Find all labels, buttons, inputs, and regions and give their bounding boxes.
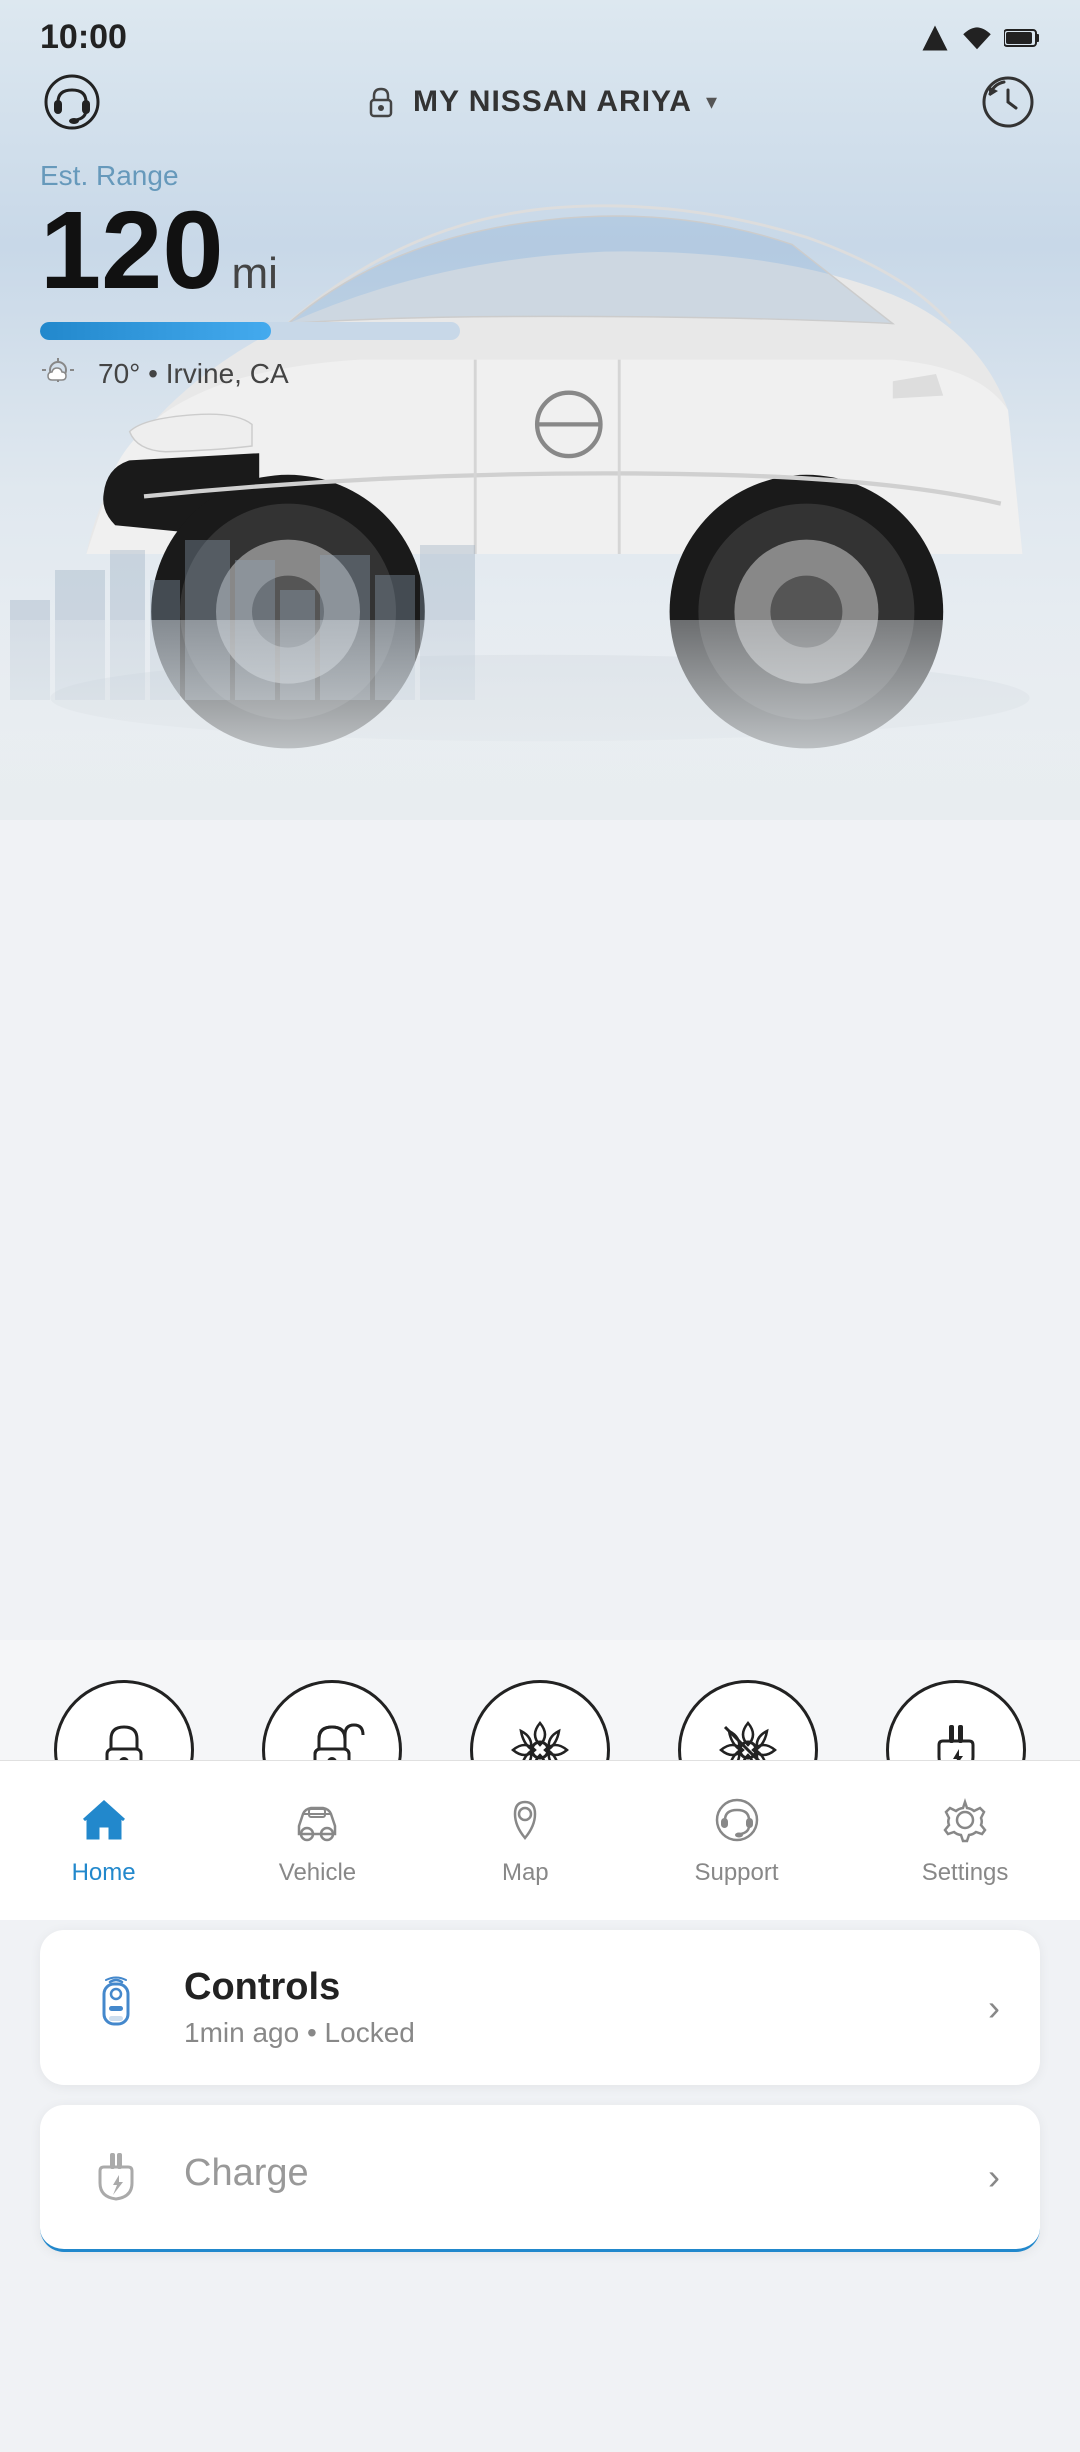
chevron-down-icon: ▾ bbox=[706, 89, 717, 115]
map-icon bbox=[499, 1794, 551, 1851]
weather-text: 70° • Irvine, CA bbox=[98, 358, 289, 390]
support-nav-icon bbox=[711, 1794, 763, 1851]
nav-map-label: Map bbox=[502, 1859, 549, 1887]
range-unit: mi bbox=[232, 249, 278, 299]
nav-settings[interactable]: Settings bbox=[902, 1784, 1029, 1897]
vehicle-title-group[interactable]: MY NISSAN ARIYA ▾ bbox=[363, 84, 717, 120]
history-icon bbox=[980, 74, 1036, 130]
cards-section: Controls 1min ago • Locked › Charge › bbox=[0, 1900, 1080, 2452]
range-bar-fill bbox=[40, 322, 271, 340]
nav-vehicle[interactable]: Vehicle bbox=[259, 1784, 376, 1897]
remote-icon bbox=[84, 1976, 148, 2040]
status-time: 10:00 bbox=[40, 18, 127, 57]
est-range-label: Est. Range bbox=[40, 160, 460, 192]
support-icon-button[interactable] bbox=[40, 70, 104, 134]
charge-card-arrow: › bbox=[988, 2156, 1000, 2198]
header-bar: MY NISSAN ARIYA ▾ bbox=[0, 70, 1080, 134]
weather-icon bbox=[40, 356, 84, 392]
nav-map[interactable]: Map bbox=[479, 1784, 571, 1897]
wifi-icon bbox=[962, 23, 992, 53]
range-bar bbox=[40, 322, 460, 340]
charge-card[interactable]: Charge › bbox=[40, 2105, 1040, 2252]
lock-icon bbox=[363, 84, 399, 120]
nav-home-label: Home bbox=[72, 1859, 136, 1887]
weather-row: 70° • Irvine, CA bbox=[40, 356, 460, 392]
hero-section: MY NISSAN ARIYA ▾ Est. Range 120 mi bbox=[0, 0, 1080, 820]
controls-card-arrow: › bbox=[988, 1987, 1000, 2029]
nav-settings-label: Settings bbox=[922, 1859, 1009, 1887]
controls-card-content: Controls 1min ago • Locked bbox=[184, 1966, 956, 2049]
bottom-nav: Home Vehicle Map bbox=[0, 1760, 1080, 1920]
vehicle-icon bbox=[291, 1794, 343, 1851]
settings-icon bbox=[939, 1794, 991, 1851]
controls-card[interactable]: Controls 1min ago • Locked › bbox=[40, 1930, 1040, 2085]
info-section: Est. Range 120 mi 70° • Irvine, CA bbox=[40, 160, 460, 392]
ground-reflection bbox=[0, 620, 1080, 820]
home-icon bbox=[78, 1794, 130, 1851]
history-button[interactable] bbox=[976, 70, 1040, 134]
charge-card-icon-wrap bbox=[80, 2141, 152, 2213]
status-icons bbox=[920, 23, 1040, 53]
charge-card-title: Charge bbox=[184, 2152, 956, 2195]
nav-vehicle-label: Vehicle bbox=[279, 1859, 356, 1887]
battery-icon bbox=[1004, 28, 1040, 48]
controls-card-subtitle: 1min ago • Locked bbox=[184, 2017, 956, 2049]
headset-icon bbox=[44, 74, 100, 130]
nav-support[interactable]: Support bbox=[674, 1784, 798, 1897]
plug-icon bbox=[84, 2145, 148, 2209]
vehicle-name: MY NISSAN ARIYA bbox=[413, 85, 692, 119]
nav-home[interactable]: Home bbox=[52, 1784, 156, 1897]
status-bar: 10:00 bbox=[0, 0, 1080, 67]
range-value: 120 bbox=[40, 196, 224, 306]
signal-icon bbox=[920, 23, 950, 53]
charge-card-content: Charge bbox=[184, 2152, 956, 2203]
controls-card-title: Controls bbox=[184, 1966, 956, 2009]
controls-card-icon-wrap bbox=[80, 1972, 152, 2044]
nav-support-label: Support bbox=[694, 1859, 778, 1887]
